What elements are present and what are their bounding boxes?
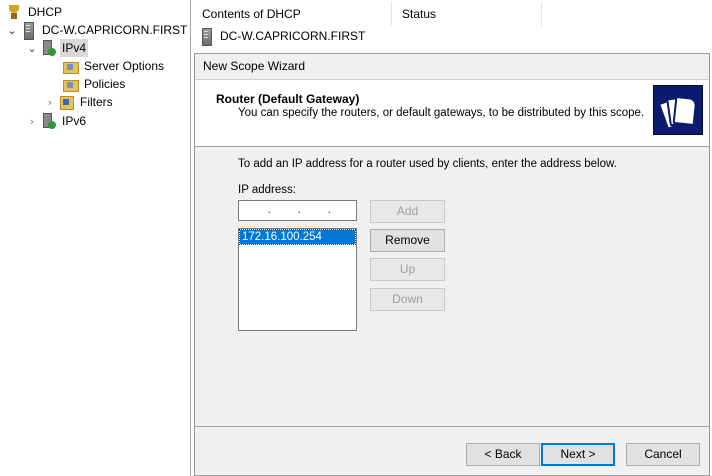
tree-node-policies[interactable]: Policies: [60, 75, 127, 93]
chevron-right-icon[interactable]: ›: [44, 96, 56, 109]
router-list[interactable]: 172.16.100.254: [238, 228, 357, 331]
remove-button[interactable]: Remove: [370, 229, 445, 252]
wizard-footer: < Back Next > Cancel: [195, 426, 709, 476]
ip-address-input[interactable]: . . .: [238, 200, 357, 221]
chevron-right-icon[interactable]: ›: [26, 115, 38, 128]
wizard-body: To add an IP address for a router used b…: [195, 148, 709, 425]
up-button[interactable]: Up: [370, 258, 445, 281]
next-button[interactable]: Next >: [541, 443, 615, 466]
documents-icon: [653, 85, 703, 135]
chevron-down-icon[interactable]: ⌄: [6, 24, 18, 37]
tree-node-ipv6[interactable]: › IPv6: [26, 112, 88, 130]
tree-node-server-options[interactable]: Server Options: [60, 57, 166, 75]
list-item[interactable]: 172.16.100.254: [239, 229, 356, 245]
list-item[interactable]: DC-W.CAPRICORN.FIRST: [198, 27, 367, 46]
tree-label-ipv4: IPv4: [60, 39, 89, 57]
network-icon: [40, 113, 56, 129]
column-header-status[interactable]: Status: [392, 2, 542, 26]
network-icon: [40, 40, 56, 56]
instruction-text: To add an IP address for a router used b…: [238, 158, 617, 170]
wizard-header: Router (Default Gateway) You can specify…: [195, 79, 709, 147]
server-icon: [20, 22, 36, 40]
tree-node-dhcp[interactable]: DHCP: [4, 3, 64, 21]
tree-label-ipv6: IPv6: [62, 114, 87, 128]
down-button[interactable]: Down: [370, 288, 445, 311]
add-button[interactable]: Add: [370, 200, 445, 223]
ip-address-label: IP address:: [238, 184, 296, 196]
tree-node-server[interactable]: ⌄ DC-W.CAPRICORN.FIRST: [6, 21, 189, 40]
page-heading: Router (Default Gateway): [216, 92, 360, 106]
console-tree: DHCP ⌄ DC-W.CAPRICORN.FIRST ⌄ IPv4 Serve…: [0, 0, 191, 476]
tree-node-filters[interactable]: › Filters: [44, 93, 115, 111]
chevron-down-icon[interactable]: ⌄: [26, 42, 38, 55]
tree-label-filters: Filters: [80, 95, 113, 109]
column-header-contents[interactable]: Contents of DHCP: [192, 2, 392, 26]
tree-label-dhcp: DHCP: [28, 5, 63, 19]
back-button[interactable]: < Back: [466, 443, 540, 466]
cancel-button[interactable]: Cancel: [626, 443, 700, 466]
tree-node-ipv4[interactable]: ⌄ IPv4: [26, 39, 89, 57]
dhcp-trophy-icon: [6, 4, 22, 20]
tree-label-policies: Policies: [84, 77, 126, 91]
folder-icon: [62, 58, 79, 74]
column-headers: Contents of DHCP Status: [192, 2, 712, 26]
tree-label-server: DC-W.CAPRICORN.FIRST: [42, 23, 188, 37]
folder-icon: [62, 76, 79, 92]
page-subheading: You can specify the routers, or default …: [238, 107, 645, 119]
new-scope-wizard-dialog: New Scope Wizard Router (Default Gateway…: [194, 53, 710, 476]
server-icon: [198, 28, 214, 46]
tree-label-server-options: Server Options: [84, 59, 165, 73]
filter-icon: [58, 94, 74, 110]
list-item-label: DC-W.CAPRICORN.FIRST: [220, 29, 366, 43]
dialog-title: New Scope Wizard: [203, 59, 306, 73]
